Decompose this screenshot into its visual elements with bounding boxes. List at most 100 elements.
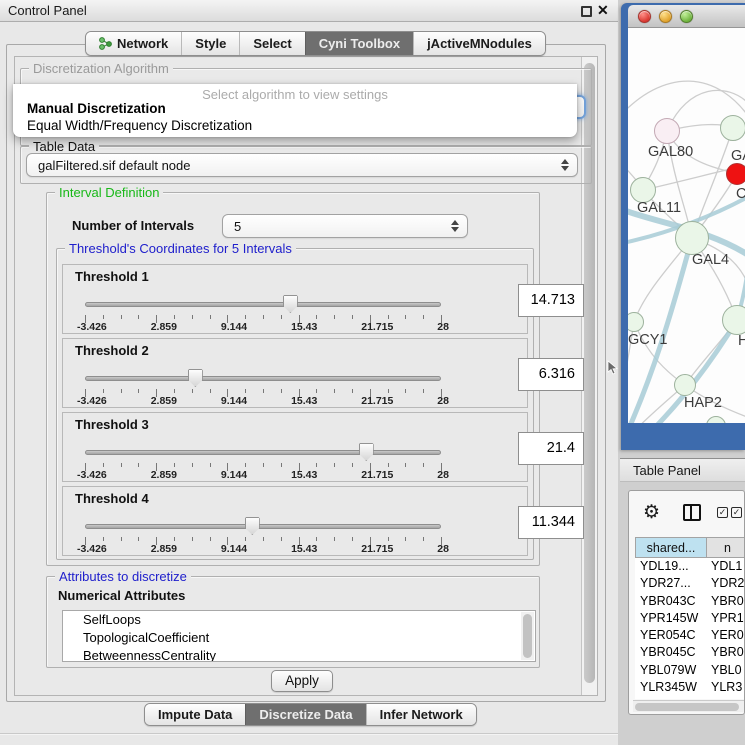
- zoom-traffic-light-icon[interactable]: [680, 10, 693, 23]
- table-cell[interactable]: YIL0: [707, 696, 745, 699]
- threshold-value-field[interactable]: 11.344: [518, 506, 584, 539]
- slider-thumb[interactable]: [245, 517, 260, 535]
- table-cell[interactable]: YDL19...: [635, 558, 707, 575]
- table-cell[interactable]: YBL0: [707, 662, 745, 679]
- network-window-titlebar[interactable]: [628, 5, 745, 28]
- table-cell[interactable]: YPR1: [707, 610, 745, 627]
- node-label: HAP2: [684, 395, 722, 411]
- table-row[interactable]: YBR043CYBR0: [635, 593, 745, 610]
- table-cell[interactable]: YBR0: [707, 593, 745, 610]
- node-label: GCY1: [628, 332, 668, 348]
- table-cell[interactable]: YDL1: [707, 558, 745, 575]
- control-panel-titlebar: Control Panel: [0, 0, 620, 22]
- dropdown-hint: Select algorithm to view settings: [13, 87, 577, 102]
- threshold-label: Threshold 4: [75, 491, 149, 506]
- checkbox-icon[interactable]: ✓: [717, 507, 728, 518]
- table-panel: ⚙ ✓ ✓ shared...n YDL19...YDL1YDR27...YDR…: [628, 490, 745, 715]
- table-cell[interactable]: YDR2: [707, 575, 745, 592]
- table-data-combobox[interactable]: galFiltered.sif default node: [26, 153, 578, 177]
- network-view-window: GAL80GACGAL11GAL4GCY1HHAP2: [621, 3, 745, 450]
- slider-thumb[interactable]: [188, 369, 203, 387]
- table-cell[interactable]: YIL052C: [635, 696, 707, 699]
- tab-discretize-data[interactable]: Discretize Data: [245, 704, 365, 725]
- attribute-list-item[interactable]: SelfLoops: [63, 611, 535, 629]
- table-row[interactable]: YLR345WYLR3: [635, 679, 745, 696]
- table-cell[interactable]: YER054C: [635, 627, 707, 644]
- table-cell[interactable]: YLR345W: [635, 679, 707, 696]
- algorithm-option[interactable]: Manual Discretization: [13, 101, 577, 116]
- list-scrollbar[interactable]: [521, 612, 534, 660]
- split-columns-icon[interactable]: [683, 504, 701, 521]
- table-cell[interactable]: YLR3: [707, 679, 745, 696]
- num-intervals-combobox[interactable]: 5: [222, 214, 468, 238]
- attributes-group-title: Attributes to discretize: [55, 569, 191, 584]
- network-node[interactable]: [654, 118, 680, 144]
- network-canvas[interactable]: GAL80GACGAL11GAL4GCY1HHAP2: [628, 28, 745, 423]
- network-node[interactable]: [720, 115, 745, 141]
- table-row[interactable]: YIL052CYIL0: [635, 696, 745, 699]
- slider-track[interactable]: [85, 524, 441, 529]
- column-header-1[interactable]: shared...: [635, 537, 707, 558]
- threshold-value-field[interactable]: 14.713: [518, 284, 584, 317]
- table-cell[interactable]: YER0: [707, 627, 745, 644]
- network-node[interactable]: [726, 163, 745, 185]
- tab-impute-data[interactable]: Impute Data: [145, 704, 245, 725]
- tab-style[interactable]: Style: [181, 32, 239, 55]
- apply-button[interactable]: Apply: [271, 670, 333, 692]
- threshold-panel-3: Threshold 3-3.4262.8599.14415.4321.71528…: [62, 412, 528, 482]
- thresholds-group-title: Threshold's Coordinates for 5 Intervals: [65, 241, 296, 256]
- close-traffic-light-icon[interactable]: [638, 10, 651, 23]
- threshold-value-field[interactable]: 6.316: [518, 358, 584, 391]
- attribute-list-item[interactable]: TopologicalCoefficient: [63, 629, 535, 647]
- slider-track[interactable]: [85, 376, 441, 381]
- node-label: GAL80: [648, 144, 693, 160]
- float-window-icon[interactable]: [581, 6, 592, 17]
- slider-track[interactable]: [85, 450, 441, 455]
- table-cell[interactable]: YBL079W: [635, 662, 707, 679]
- tab-infer-network[interactable]: Infer Network: [366, 704, 476, 725]
- table-row[interactable]: YDL19...YDL1: [635, 558, 745, 575]
- column-header-2[interactable]: n: [707, 537, 745, 558]
- tab-cyni-toolbox[interactable]: Cyni Toolbox: [305, 32, 413, 55]
- table-cell[interactable]: YPR145W: [635, 610, 707, 627]
- algorithm-option[interactable]: Equal Width/Frequency Discretization: [13, 118, 577, 133]
- tab-network[interactable]: Network: [86, 32, 181, 55]
- list-scrollbar-thumb[interactable]: [523, 614, 532, 658]
- network-node[interactable]: [675, 221, 709, 255]
- table-row[interactable]: YBR045CYBR0: [635, 644, 745, 661]
- hscrollbar-thumb[interactable]: [635, 703, 739, 711]
- table-row[interactable]: YER054CYER0: [635, 627, 745, 644]
- tab-select[interactable]: Select: [239, 32, 304, 55]
- table-row[interactable]: YBL079WYBL0: [635, 662, 745, 679]
- gear-icon[interactable]: ⚙: [643, 501, 660, 524]
- slider-track[interactable]: [85, 302, 441, 307]
- table-data-group-title: Table Data: [29, 139, 99, 154]
- minimize-traffic-light-icon[interactable]: [659, 10, 672, 23]
- table-row[interactable]: YPR145WYPR1: [635, 610, 745, 627]
- close-icon[interactable]: ✕: [597, 2, 609, 19]
- threshold-panel-2: Threshold 2-3.4262.8599.14415.4321.71528…: [62, 338, 528, 408]
- table-cell[interactable]: YBR045C: [635, 644, 707, 661]
- threshold-label: Threshold 1: [75, 269, 149, 284]
- algorithm-group-title: Discretization Algorithm: [29, 61, 173, 76]
- table-cell[interactable]: YDR27...: [635, 575, 707, 592]
- threshold-label: Threshold 2: [75, 343, 149, 358]
- checkbox-icon[interactable]: ✓: [731, 507, 742, 518]
- slider-thumb[interactable]: [359, 443, 374, 461]
- cyni-bottom-tabbar: Impute DataDiscretize DataInfer Network: [144, 703, 477, 726]
- table-row[interactable]: YDR27...YDR2: [635, 575, 745, 592]
- table-horizontal-scrollbar[interactable]: [633, 700, 744, 712]
- threshold-value-field[interactable]: 21.4: [518, 432, 584, 465]
- threshold-label: Threshold 3: [75, 417, 149, 432]
- table-cell[interactable]: YBR0: [707, 644, 745, 661]
- combo-stepper-icon: [561, 159, 571, 171]
- node-label: GAL11: [637, 200, 681, 216]
- network-node[interactable]: [722, 305, 745, 335]
- tab-jactivemnodules[interactable]: jActiveMNodules: [413, 32, 545, 55]
- threshold-panel-1: Threshold 1-3.4262.8599.14415.4321.71528…: [62, 264, 528, 334]
- table-cell[interactable]: YBR043C: [635, 593, 707, 610]
- network-node[interactable]: [674, 374, 696, 396]
- slider-thumb[interactable]: [283, 295, 298, 313]
- attribute-list-item[interactable]: BetweennessCentrality: [63, 647, 535, 662]
- interval-group-title: Interval Definition: [55, 185, 163, 200]
